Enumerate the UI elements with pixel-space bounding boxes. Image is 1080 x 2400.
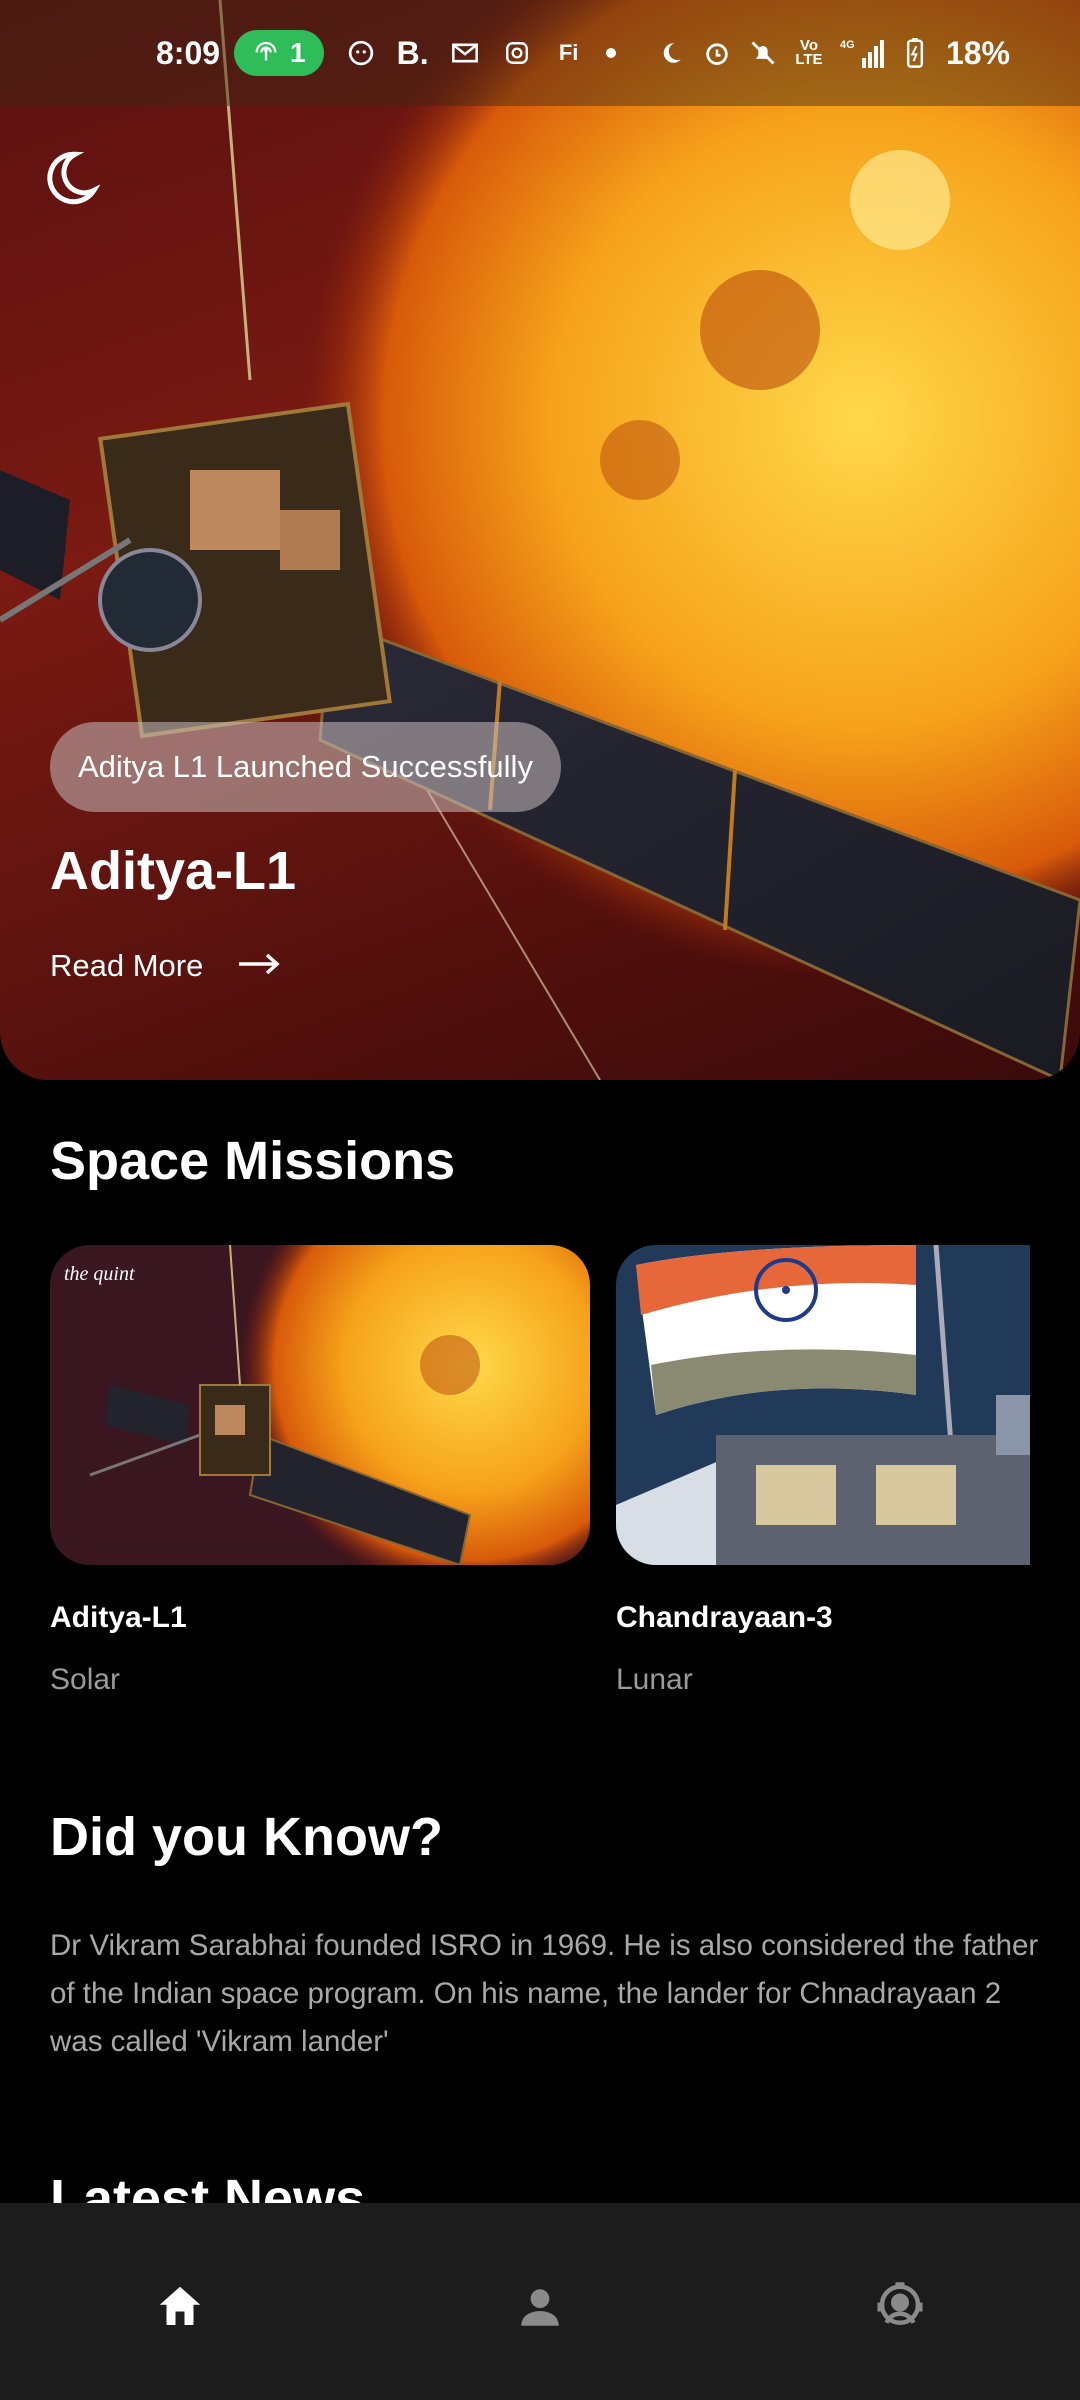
mute-icon	[748, 38, 778, 68]
missions-carousel[interactable]: the quint Aditya-L1 Solar Chandrayaan-3	[50, 1245, 1030, 1705]
did-you-know-title: Did you Know?	[50, 1807, 443, 1867]
svg-text:4G: 4G	[840, 39, 855, 51]
read-more-link[interactable]: Read More	[50, 948, 281, 984]
space-missions-title: Space Missions	[50, 1131, 456, 1191]
dot-icon	[605, 48, 616, 58]
mission-type: Lunar	[616, 1663, 693, 1696]
mission-name: Chandrayaan-3	[616, 1601, 833, 1634]
profile-icon	[515, 2282, 565, 2337]
moon-icon	[656, 38, 686, 68]
battery-percent: 18%	[945, 34, 1010, 71]
read-more-label: Read More	[50, 948, 204, 983]
home-icon	[153, 2280, 207, 2339]
hero-image	[0, 0, 1080, 1080]
mission-image-aditya: the quint	[50, 1245, 590, 1565]
mission-card-chandrayaan[interactable]: Chandrayaan-3 Lunar	[616, 1245, 1030, 1697]
fi-app-icon: Fi	[558, 40, 579, 65]
b-app-icon: B.	[396, 34, 429, 71]
instagram-icon	[502, 38, 532, 68]
mission-card-aditya[interactable]: the quint Aditya-L1 Solar	[50, 1245, 590, 1697]
gmail-icon	[450, 38, 480, 68]
nav-home[interactable]	[140, 2269, 220, 2349]
arrow-right-icon	[237, 948, 281, 984]
signal-icon: 4G	[840, 38, 884, 68]
volte-icon: Vo LTE	[795, 37, 823, 68]
mission-name: Aditya-L1	[50, 1601, 187, 1634]
hero-badge: Aditya L1 Launched Successfully	[50, 722, 561, 812]
watermark-label: the quint	[64, 1263, 135, 1285]
did-you-know-text: Dr Vikram Sarabhai founded ISRO in 1969.…	[50, 1929, 1039, 2058]
hero-banner[interactable]: 8:09 1 B. Fi Vo LTE 4G 18% Aditya L1 Lau…	[0, 0, 1080, 1080]
hotspot-count: 1	[290, 37, 306, 68]
alarm-icon	[702, 38, 732, 68]
astronaut-icon	[873, 2280, 927, 2339]
nav-astronaut[interactable]	[860, 2269, 940, 2349]
status-bar: 8:09 1 B. Fi Vo LTE 4G 18%	[0, 0, 1080, 106]
theme-toggle-button[interactable]	[40, 148, 101, 208]
battery-icon	[900, 38, 930, 68]
hero-title: Aditya-L1	[50, 841, 297, 901]
hotspot-indicator: 1	[234, 30, 324, 76]
mission-image-chandrayaan	[616, 1245, 1030, 1565]
mission-type: Solar	[50, 1663, 121, 1696]
lion-app-icon	[346, 38, 376, 68]
status-time: 8:09	[156, 34, 221, 71]
hotspot-icon	[252, 36, 280, 71]
nav-profile[interactable]	[500, 2269, 580, 2349]
moon-icon	[40, 151, 101, 212]
bottom-navigation	[0, 2203, 1080, 2400]
